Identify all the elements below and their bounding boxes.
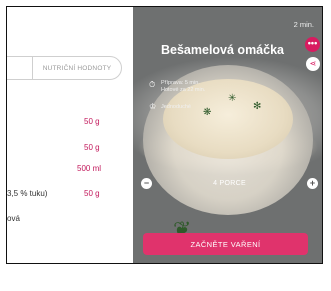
plus-button[interactable]: +	[307, 178, 318, 189]
difficulty: Jednoduché	[161, 104, 191, 110]
start-cooking-label: ZAČNĚTE VAŘENÍ	[190, 239, 261, 249]
start-cooking-button[interactable]: ZAČNĚTE VAŘENÍ	[143, 233, 308, 255]
herb-decoration: ✳	[228, 93, 237, 104]
tab-ingredients[interactable]	[7, 56, 33, 80]
share-button[interactable]: ⋖	[306, 57, 320, 71]
tab-nutrition-label: NUTRIČNÍ HODNOTY	[42, 64, 112, 72]
ingredient-amount: 50 g	[84, 143, 100, 152]
minus-button[interactable]: −	[141, 178, 152, 189]
minus-icon: −	[143, 178, 150, 188]
tab-nutrition[interactable]: NUTRIČNÍ HODNOTY	[32, 56, 122, 80]
plus-icon: +	[309, 178, 316, 188]
recipe-hero: ✳ ❋ ✻ ❦ 2 min. Bešamelová omáčka ••• ⋖ ⏱…	[133, 7, 322, 263]
herb-decoration: ✻	[253, 101, 262, 112]
total-time: Hotové za 22 min.	[161, 87, 206, 93]
more-button[interactable]: •••	[305, 37, 320, 52]
herb-decoration: ❋	[203, 107, 212, 118]
ingredient-amount: 500 ml	[77, 164, 102, 173]
ingredient-amount: 50 g	[84, 117, 100, 126]
app-window: NUTRIČNÍ HODNOTY 50 g 50 g 500 ml 3,5 % …	[6, 6, 323, 264]
ingredient-amount: 50 g	[84, 189, 100, 198]
share-icon: ⋖	[309, 59, 317, 68]
portion-selector: 4 PORCE − +	[141, 177, 318, 191]
ingredient-name: ová	[7, 214, 20, 223]
ingredient-name: 3,5 % tuku)	[7, 189, 48, 198]
tab-bar: NUTRIČNÍ HODNOTY	[7, 56, 130, 80]
prep-time: Příprava: 5 min.	[161, 80, 200, 86]
ingredients-panel: NUTRIČNÍ HODNOTY 50 g 50 g 500 ml 3,5 % …	[7, 7, 133, 263]
cook-time: 2 min.	[293, 20, 314, 29]
more-dots-icon: •••	[307, 38, 318, 48]
portion-count: 4 PORCE	[213, 180, 246, 187]
timer-icon: ⏱	[149, 80, 156, 89]
chef-hat-icon: ♔	[149, 102, 157, 111]
recipe-title: Bešamelová omáčka	[161, 43, 284, 57]
